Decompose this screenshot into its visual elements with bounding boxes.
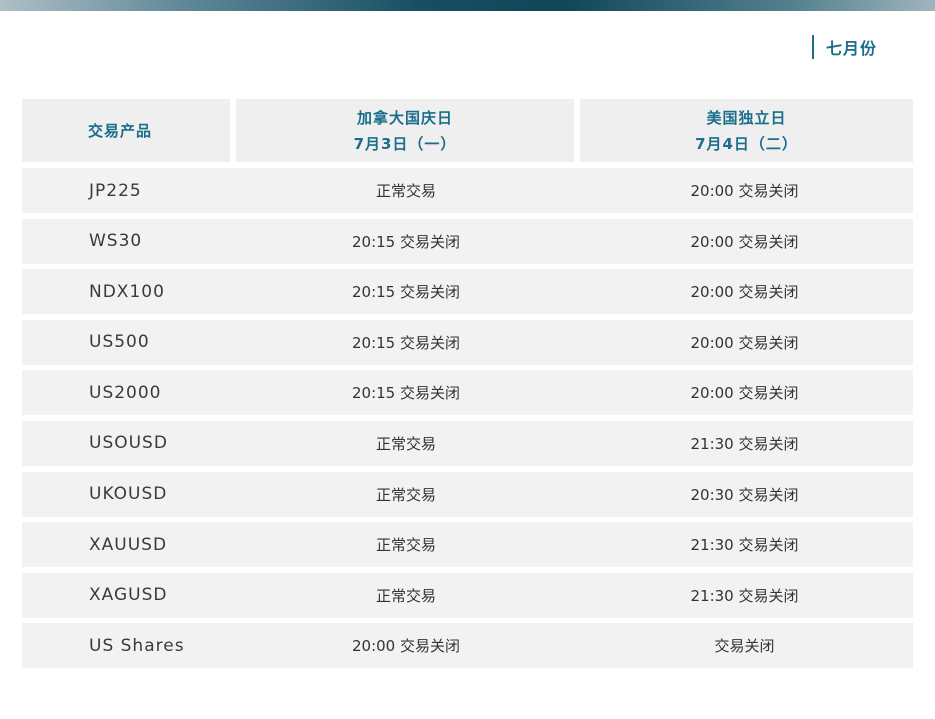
product-cell: JP225 [89,180,142,201]
product-cell: XAGUSD [89,585,168,606]
holiday-2-cell: 20:30 交易关闭 [690,485,799,504]
holiday-2-cell: 交易关闭 [714,637,775,656]
table-row: NDX100 20:15 交易关闭 20:00 交易关闭 [22,269,913,315]
table-row: WS30 20:15 交易关闭 20:00 交易关闭 [22,218,913,264]
month-label: 七月份 [812,35,877,59]
holiday-2-cell: 20:00 交易关闭 [690,333,799,352]
table-row: US500 20:15 交易关闭 20:00 交易关闭 [22,319,913,365]
table-row: UKOUSD 正常交易 20:30 交易关闭 [22,471,913,517]
holiday-1-cell: 20:15 交易关闭 [352,232,460,251]
table-row: US Shares 20:00 交易关闭 交易关闭 [22,623,913,669]
holiday-1-cell: 正常交易 [375,182,436,200]
header-holiday-2: 美国独立日 7月4日（二） [580,99,913,162]
holiday-2-cell: 20:00 交易关闭 [690,283,799,302]
product-cell: XAUUSD [89,534,168,555]
holiday-1-cell: 正常交易 [375,485,436,504]
product-cell: US500 [89,332,150,353]
header-holiday-2-date: 7月4日（二） [695,134,798,153]
header-holiday-1-date: 7月3日（一） [353,134,457,153]
table-row: XAGUSD 正常交易 21:30 交易关闭 [22,572,913,618]
product-cell: NDX100 [89,281,165,302]
holiday-1-cell: 正常交易 [375,434,436,453]
holiday-1-cell: 正常交易 [375,586,436,605]
header-product: 交易产品 [22,99,230,162]
product-cell: US Shares [89,635,185,656]
table-row: US2000 20:15 交易关闭 20:00 交易关闭 [22,370,913,416]
product-cell: USOUSD [89,433,168,454]
header-holiday-2-name: 美国独立日 [706,108,787,127]
holiday-1-cell: 20:15 交易关闭 [352,384,460,403]
header-holiday-1: 加拿大国庆日 7月3日（一） [236,99,574,162]
holiday-2-cell: 20:00 交易关闭 [690,232,799,251]
product-cell: WS30 [89,231,143,252]
product-cell: US2000 [89,382,162,403]
holiday-2-cell: 21:30 交易关闭 [690,586,799,605]
top-gradient-bar [0,0,935,11]
product-cell: UKOUSD [89,484,168,505]
holiday-1-cell: 20:15 交易关闭 [352,283,460,302]
holiday-1-cell: 20:15 交易关闭 [352,333,460,352]
table-header: 交易产品 加拿大国庆日 7月3日（一） 美国独立日 7月4日（二） [22,99,913,162]
holiday-2-cell: 21:30 交易关闭 [690,536,799,555]
holiday-trading-table: 交易产品 加拿大国庆日 7月3日（一） 美国独立日 7月4日（二） JP225 … [22,99,913,674]
table-row: JP225 正常交易 20:00 交易关闭 [22,168,913,213]
holiday-1-cell: 20:00 交易关闭 [352,637,460,656]
table-row: XAUUSD 正常交易 21:30 交易关闭 [22,522,913,568]
holiday-2-cell: 21:30 交易关闭 [690,434,799,453]
holiday-2-cell: 20:00 交易关闭 [690,182,799,200]
holiday-2-cell: 20:00 交易关闭 [690,384,799,403]
header-holiday-1-name: 加拿大国庆日 [356,108,453,127]
table-row: USOUSD 正常交易 21:30 交易关闭 [22,420,913,466]
holiday-1-cell: 正常交易 [375,536,436,555]
